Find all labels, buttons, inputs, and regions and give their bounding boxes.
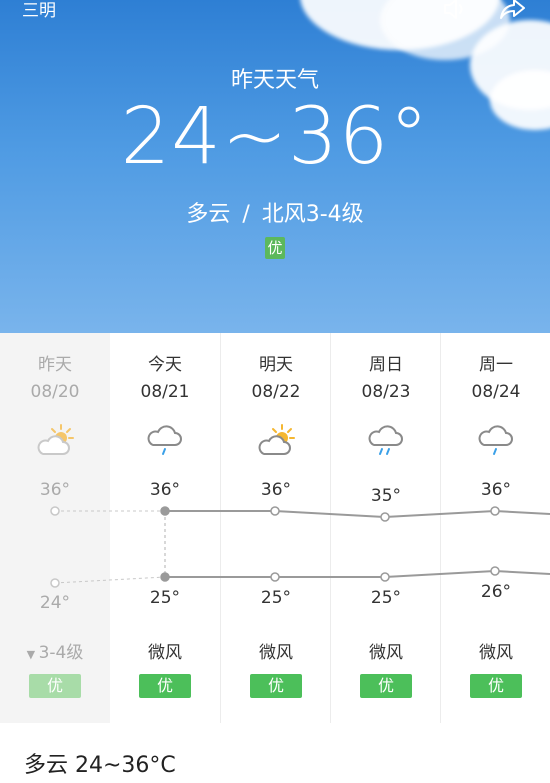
wind-level: 微风 xyxy=(479,643,513,663)
high-temp: 36° xyxy=(480,480,512,500)
speaker-icon[interactable] xyxy=(440,0,470,24)
wind-level: 微风 xyxy=(259,643,293,663)
share-icon[interactable] xyxy=(497,0,527,24)
high-temp: 35° xyxy=(370,486,402,506)
low-temp: 26° xyxy=(480,582,512,602)
forecast-panel: 昨天 08/20 36° 24° ▼ 3-4级 优 今天 08/21 36° 2… xyxy=(0,333,550,723)
high-temp: 36° xyxy=(260,480,292,500)
cloud-rain-icon xyxy=(366,423,406,459)
high-temp: 36° xyxy=(39,480,71,500)
hero-temperature: 24~36° xyxy=(120,92,430,182)
forecast-day-column[interactable]: 昨天 08/20 36° 24° ▼ 3-4级 优 xyxy=(0,333,110,723)
aqi-badge: 优 xyxy=(470,674,522,698)
day-name: 明天 xyxy=(259,355,293,375)
city-name[interactable]: 三明 xyxy=(22,0,56,21)
partly-cloudy-icon xyxy=(35,423,75,459)
weather-hero: 三明 昨天天气 24~36° 多云 / 北风3-4级 优 xyxy=(0,0,550,333)
day-name: 今天 xyxy=(148,355,182,375)
day-date: 08/21 xyxy=(140,382,190,402)
cloud-rain-icon xyxy=(145,423,185,459)
aqi-badge: 优 xyxy=(139,674,191,698)
low-temp: 25° xyxy=(260,588,292,608)
forecast-day-column[interactable]: 今天 08/21 36° 25° 微风 优 xyxy=(110,333,220,723)
low-temp: 24° xyxy=(39,593,71,613)
day-name: 周日 xyxy=(369,355,403,375)
partly-cloudy-icon xyxy=(256,423,296,459)
wind-text: 3-4级 xyxy=(38,643,84,663)
bottom-summary: 多云 24~36°C xyxy=(0,723,550,783)
forecast-day-column[interactable]: 周日 08/23 35° 25° 微风 优 xyxy=(330,333,440,723)
wind-level: 微风 xyxy=(148,643,182,663)
aqi-badge: 优 xyxy=(29,674,81,698)
wind-level: ▼ 3-4级 xyxy=(0,638,110,663)
low-temp: 25° xyxy=(149,588,181,608)
wind-arrow-icon: ▼ xyxy=(26,648,39,661)
hero-aqi-badge: 优 xyxy=(265,237,285,259)
day-date: 08/23 xyxy=(361,382,411,402)
hero-condition: 多云 xyxy=(186,202,231,227)
summary-text: 多云 24~36°C xyxy=(24,753,176,778)
aqi-badge: 优 xyxy=(360,674,412,698)
hero-separator: / xyxy=(242,202,250,227)
hero-caption: 昨天天气 xyxy=(230,68,319,93)
day-date: 08/20 xyxy=(30,382,80,402)
wind-level: 微风 xyxy=(369,643,403,663)
forecast-day-column[interactable]: 周一 08/24 36° 26° 微风 优 xyxy=(440,333,550,723)
cloud-rain-icon xyxy=(476,423,516,459)
hero-description: 多云 / 北风3-4级 xyxy=(0,196,550,228)
high-temp: 36° xyxy=(149,480,181,500)
day-date: 08/24 xyxy=(471,382,521,402)
day-name: 昨天 xyxy=(38,355,72,375)
day-name: 周一 xyxy=(479,355,513,375)
low-temp: 25° xyxy=(370,588,402,608)
forecast-day-column[interactable]: 明天 08/22 36° 25° 微风 优 xyxy=(220,333,330,723)
aqi-badge: 优 xyxy=(250,674,302,698)
hero-wind: 北风3-4级 xyxy=(261,202,364,227)
day-date: 08/22 xyxy=(251,382,301,402)
